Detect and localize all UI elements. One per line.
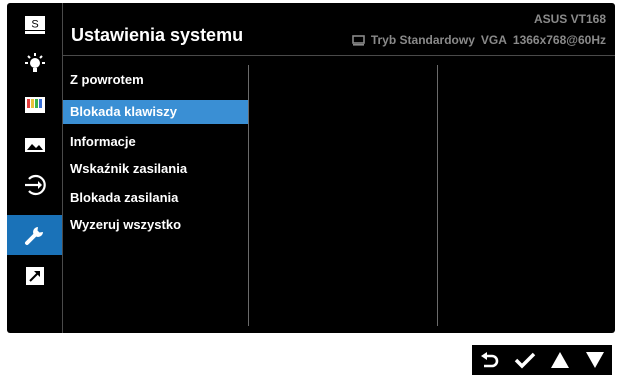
input-select-icon [24,174,46,196]
resolution-text: 1366x768@60Hz [512,33,606,47]
menu-item-back[interactable]: Z powrotem [63,68,248,92]
brightness-icon [24,53,45,72]
shortcut-arrow-icon [25,267,44,285]
up-arrow-icon [550,352,569,368]
menu-item-power-lock[interactable]: Blokada zasilania [63,186,248,210]
up-button[interactable] [547,347,573,373]
monitor-icon [352,34,365,46]
color-bars-icon [24,97,45,113]
down-arrow-icon [585,352,604,368]
tab-picture[interactable] [7,125,62,165]
menu-item-key-lock[interactable]: Blokada klawiszy [63,100,248,124]
menu-item-reset-all[interactable]: Wyzeruj wszystko [63,213,248,237]
splendid-icon: S [24,16,45,34]
mode-text: Tryb Standardowy [370,33,475,47]
back-button[interactable] [477,347,503,373]
button-bar [472,345,612,375]
splendid-glyph: S [31,19,38,31]
status-line: Tryb Standardowy VGA 1366x768@60Hz [352,33,606,47]
model-name: ASUS VT168 [533,12,606,26]
input-text: VGA [480,33,507,47]
osd-panel: S Ustawienia systemu ASUS VT168 Tryb Sta… [7,3,615,333]
menu-item-information[interactable]: Informacje [63,130,248,154]
tab-splendid[interactable]: S [7,5,62,45]
tab-color[interactable] [7,85,62,125]
picture-icon [24,138,45,152]
confirm-button[interactable] [512,347,538,373]
down-button[interactable] [582,347,608,373]
icon-sidebar: S [7,3,62,333]
tab-input-select[interactable] [7,165,62,205]
menu-list: Z powrotem Blokada klawiszy Informacje W… [63,56,250,333]
wrench-icon [24,227,43,245]
tab-system[interactable] [7,215,62,255]
menu-item-power-indicator[interactable]: Wskaźnik zasilania [63,157,248,181]
check-icon [514,352,535,369]
tab-brightness[interactable] [7,45,62,85]
column-divider-2 [437,65,438,326]
back-icon [480,352,498,368]
page-title: Ustawienia systemu [71,25,244,45]
column-divider-1 [248,65,249,326]
tab-shortcut[interactable] [7,256,62,296]
